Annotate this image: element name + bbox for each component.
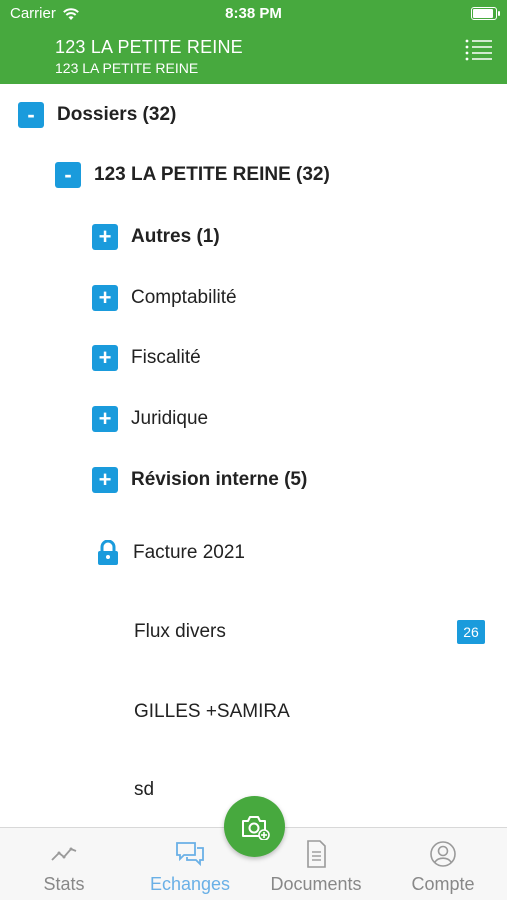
status-time: 8:38 PM <box>225 5 282 22</box>
item-row-flux-divers[interactable]: Flux divers 26 <box>0 620 507 644</box>
camera-add-button[interactable] <box>224 796 285 857</box>
battery-icon <box>471 7 500 20</box>
page-subtitle: 123 LA PETITE REINE <box>55 60 199 76</box>
chat-icon <box>176 842 204 867</box>
folder-tree: - Dossiers (32) - 123 LA PETITE REINE (3… <box>0 84 507 827</box>
expand-button[interactable]: + <box>92 285 118 311</box>
item-label: Facture 2021 <box>133 542 245 563</box>
item-row-sd[interactable]: sd <box>134 779 154 801</box>
item-label: sd <box>134 779 155 800</box>
page-title: 123 LA PETITE REINE <box>55 37 243 57</box>
tree-company-label: 123 LA PETITE REINE (32) <box>94 164 330 185</box>
folder-row-comptabilite[interactable]: + Comptabilité <box>92 285 237 311</box>
tree-root-label: Dossiers (32) <box>57 104 177 125</box>
item-label: GILLES +SAMIRA <box>134 701 290 722</box>
item-label: Flux divers <box>134 621 226 642</box>
collapse-button[interactable]: - <box>18 102 44 128</box>
folder-label: Comptabilité <box>131 287 237 308</box>
folder-label: Juridique <box>131 408 209 429</box>
status-bar: Carrier 8:38 PM <box>0 0 507 28</box>
tab-compte[interactable]: Compte <box>380 828 506 900</box>
folder-row-autres[interactable]: + Autres (1) <box>92 224 220 250</box>
folder-row-juridique[interactable]: + Juridique <box>92 406 208 432</box>
app-header: Carrier 8:38 PM 123 LA PETITE REINE 123 … <box>0 0 507 84</box>
item-row-facture-2021[interactable]: Facture 2021 <box>97 540 245 566</box>
tab-label: Documents <box>270 874 362 894</box>
collapse-button[interactable]: - <box>55 162 81 188</box>
expand-button[interactable]: + <box>92 345 118 371</box>
stats-icon <box>51 847 77 861</box>
folder-label: Fiscalité <box>131 347 201 368</box>
folder-label: Révision interne (5) <box>131 469 308 490</box>
tab-stats[interactable]: Stats <box>1 828 127 900</box>
expand-button[interactable]: + <box>92 406 118 432</box>
list-menu-icon[interactable] <box>465 38 493 62</box>
folder-row-revision-interne[interactable]: + Révision interne (5) <box>92 467 307 493</box>
account-icon <box>430 841 456 867</box>
tree-company-row[interactable]: - 123 LA PETITE REINE (32) <box>55 162 330 188</box>
camera-add-icon <box>241 815 270 840</box>
lock-icon <box>98 540 118 565</box>
tab-label: Echanges <box>149 874 231 894</box>
document-icon <box>307 840 326 868</box>
count-badge: 26 <box>457 620 485 644</box>
tab-label: Stats <box>43 874 85 894</box>
expand-button[interactable]: + <box>92 224 118 250</box>
tab-label: Compte <box>411 874 475 894</box>
tree-root-row[interactable]: - Dossiers (32) <box>18 102 176 128</box>
item-row-gilles-samira[interactable]: GILLES +SAMIRA <box>134 701 290 723</box>
folder-row-fiscalite[interactable]: + Fiscalité <box>92 345 201 371</box>
folder-label: Autres (1) <box>131 226 220 247</box>
expand-button[interactable]: + <box>92 467 118 493</box>
